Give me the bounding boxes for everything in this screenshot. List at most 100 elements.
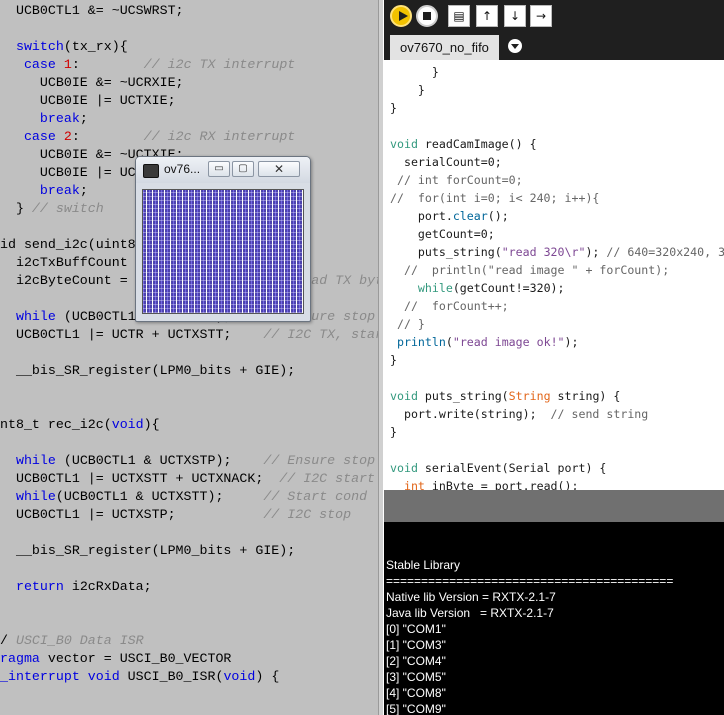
- run-button[interactable]: [390, 5, 412, 27]
- code-token: // forCount++;: [390, 299, 509, 313]
- code-token: // println("read image " + forCount);: [390, 263, 670, 277]
- processing-code-line: [390, 442, 724, 460]
- code-token: while: [15, 489, 56, 504]
- ide-console[interactable]: Stable Library ==========================…: [384, 522, 724, 715]
- code-token: UCB0IE &= ~UCRXIE;: [0, 75, 184, 90]
- code-token: 2: [63, 129, 72, 144]
- processing-app-icon: [143, 164, 159, 178]
- ide-tab-bar: ov7670_no_fifo: [384, 32, 724, 60]
- open-sketch-button[interactable]: ↑: [476, 5, 498, 27]
- code-token: "read 320\r": [501, 245, 586, 259]
- console-line: [3] "COM5": [386, 670, 446, 684]
- code-token: (tx_rx){: [63, 39, 128, 54]
- c-code-line: switch(tx_rx){: [0, 38, 378, 56]
- sketch-window-titlebar[interactable]: ov76... ▭ ▢ ✕: [136, 157, 310, 183]
- maximize-button[interactable]: ▢: [232, 161, 254, 177]
- processing-code-line: serialCount=0;: [390, 154, 724, 172]
- processing-code-line: }: [390, 100, 724, 118]
- processing-code-line: [390, 118, 724, 136]
- code-token: // send string: [550, 407, 649, 421]
- export-icon: →: [535, 9, 547, 23]
- code-token: }: [390, 101, 397, 115]
- c-code-line: UCB0CTL1 |= UCTXSTP; // I2C stop: [0, 506, 378, 524]
- c-code-line: [0, 398, 378, 416]
- sketch-output-window[interactable]: ov76... ▭ ▢ ✕: [135, 156, 311, 322]
- save-sketch-button[interactable]: ↓: [504, 5, 526, 27]
- code-token: // i2c TX interrupt: [143, 57, 296, 72]
- c-code-line: UCB0CTL1 |= UCTXSTT + UCTXNACK; // I2C s…: [0, 470, 378, 488]
- console-line: [5] "COM9": [386, 702, 446, 715]
- code-token: }: [390, 425, 397, 439]
- new-sketch-button[interactable]: ▤: [448, 5, 470, 27]
- code-token: (UCB0CTL1 & UCTXSTP);: [55, 453, 264, 468]
- c-code-line: __bis_SR_register(LPM0_bits + GIE);: [0, 362, 378, 380]
- tab-menu-chevron-down-icon[interactable]: [508, 39, 522, 53]
- code-token: ;: [79, 111, 88, 126]
- code-token: port.: [390, 209, 453, 223]
- code-token: case: [23, 129, 56, 144]
- code-token: vector = USCI_B0_VECTOR: [39, 651, 232, 666]
- code-token: puts_string(: [390, 245, 502, 259]
- code-token: while: [15, 309, 56, 324]
- c-code-line: while (UCB0CTL1 & UCTXSTP); // Ensure st…: [0, 452, 378, 470]
- console-line: Stable Library: [386, 558, 461, 572]
- maximize-icon: ▢: [238, 163, 248, 174]
- c-code-line: nt8_t rec_i2c(void){: [0, 416, 378, 434]
- processing-code-line: getCount=0;: [390, 226, 724, 244]
- open-arrow-up-icon: ↑: [481, 9, 493, 23]
- c-code-line: [0, 596, 378, 614]
- code-token: ;: [79, 183, 88, 198]
- c-code-line: [0, 614, 378, 632]
- c-code-line: [0, 20, 378, 38]
- tab-ov7670-no-fifo[interactable]: ov7670_no_fifo: [390, 35, 499, 60]
- code-token: void: [111, 417, 144, 432]
- code-token: 1: [63, 57, 72, 72]
- code-token: // I2C start: [279, 471, 376, 486]
- console-line: [1] "COM3": [386, 638, 446, 652]
- code-token: // I2C stop: [263, 507, 352, 522]
- code-token: string) {: [550, 389, 621, 403]
- code-token: /: [0, 633, 16, 648]
- code-token: __bis_SR_register(LPM0_bits + GIE);: [0, 543, 296, 558]
- code-token: switch: [15, 39, 64, 54]
- save-arrow-down-icon: ↓: [509, 9, 521, 23]
- export-button[interactable]: →: [530, 5, 552, 27]
- processing-code[interactable]: } }} void readCamImage() { serialCount=0…: [390, 64, 724, 532]
- minimize-button[interactable]: ▭: [208, 161, 230, 177]
- c-code-line: case 2: // i2c RX interrupt: [0, 128, 378, 146]
- code-token: // I2C TX, start: [263, 327, 378, 342]
- stop-button[interactable]: [416, 5, 438, 27]
- code-token: i2cRxData;: [63, 579, 152, 594]
- c-source-editor[interactable]: UCB0CTL1 &= ~UCSWRST; switch(tx_rx){ cas…: [0, 0, 378, 715]
- code-token: );: [564, 335, 579, 349]
- code-token: clear: [452, 209, 488, 223]
- c-code-line: [0, 524, 378, 542]
- code-token: :: [71, 57, 144, 72]
- code-token: // Ensure stop: [263, 453, 376, 468]
- processing-code-line: port.write(string); // send string: [390, 406, 724, 424]
- code-token: while: [417, 281, 453, 295]
- c-code-line: case 1: // i2c TX interrupt: [0, 56, 378, 74]
- code-token: );: [585, 245, 607, 259]
- code-token: serialEvent(Serial port) {: [417, 461, 607, 475]
- console-line: Java lib Version = RXTX-2.1-7: [386, 606, 554, 620]
- c-source-code[interactable]: UCB0CTL1 &= ~UCSWRST; switch(tx_rx){ cas…: [0, 2, 378, 686]
- code-token: // switch: [31, 201, 104, 216]
- code-token: puts_string(: [417, 389, 509, 403]
- code-token: void: [390, 389, 418, 403]
- code-token: // 640=320x240, 3: [606, 245, 724, 259]
- console-line: [0] "COM1": [386, 622, 446, 636]
- c-code-line: / USCI_B0 Data ISR: [0, 632, 378, 650]
- processing-code-line: // forCount++;: [390, 298, 724, 316]
- processing-code-line: void serialEvent(Serial port) {: [390, 460, 724, 478]
- code-token: void: [390, 461, 418, 475]
- code-token: USCI_B0 Data ISR: [15, 633, 144, 648]
- close-button[interactable]: ✕: [258, 161, 300, 177]
- processing-code-line: }: [390, 82, 724, 100]
